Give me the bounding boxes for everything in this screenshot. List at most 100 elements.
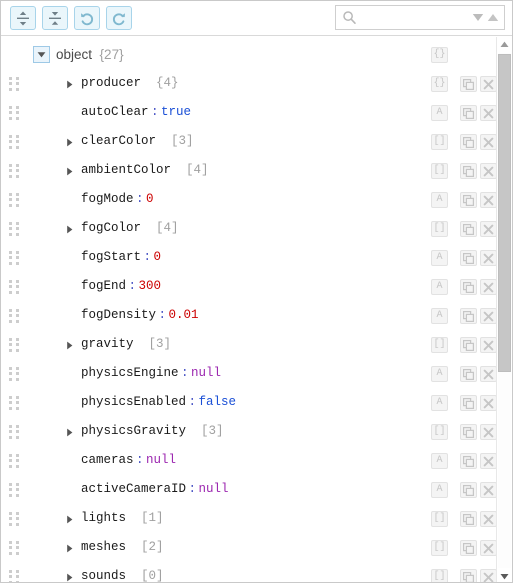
expand-triangle-icon[interactable] <box>62 338 76 352</box>
row-delete-button[interactable] <box>480 192 497 208</box>
row-delete-button[interactable] <box>480 250 497 266</box>
drag-handle[interactable] <box>9 193 20 207</box>
row-type-button[interactable]: A <box>431 366 448 382</box>
row-type-button[interactable]: A <box>431 482 448 498</box>
property-value[interactable]: true <box>161 105 191 119</box>
row-type-button[interactable]: [] <box>431 221 448 237</box>
expand-triangle-icon[interactable] <box>62 541 76 555</box>
drag-handle[interactable] <box>9 570 20 582</box>
drag-handle[interactable] <box>9 425 20 439</box>
row-duplicate-button[interactable] <box>460 308 477 324</box>
drag-handle[interactable] <box>9 106 20 120</box>
row-duplicate-button[interactable] <box>460 134 477 150</box>
scrollbar-thumb[interactable] <box>498 54 511 372</box>
drag-handle[interactable] <box>9 251 20 265</box>
drag-handle[interactable] <box>9 280 20 294</box>
search-next-button[interactable] <box>471 10 485 26</box>
redo-button[interactable] <box>106 6 132 30</box>
drag-handle[interactable] <box>9 512 20 526</box>
row-delete-button[interactable] <box>480 308 497 324</box>
row-delete-button[interactable] <box>480 482 497 498</box>
row-duplicate-button[interactable] <box>460 366 477 382</box>
row-type-button[interactable]: {} <box>431 47 448 63</box>
row-type-button[interactable]: A <box>431 279 448 295</box>
row-delete-button[interactable] <box>480 453 497 469</box>
row-duplicate-button[interactable] <box>460 569 477 582</box>
property-value[interactable]: null <box>146 453 176 467</box>
property-value[interactable]: 0.01 <box>169 308 199 322</box>
drag-handle[interactable] <box>9 338 20 352</box>
vertical-scrollbar[interactable] <box>496 37 512 582</box>
row-delete-button[interactable] <box>480 511 497 527</box>
row-duplicate-button[interactable] <box>460 424 477 440</box>
drag-handle[interactable] <box>9 541 20 555</box>
row-delete-button[interactable] <box>480 569 497 582</box>
row-duplicate-button[interactable] <box>460 192 477 208</box>
row-delete-button[interactable] <box>480 163 497 179</box>
expand-triangle-icon[interactable] <box>62 77 76 91</box>
property-value[interactable]: null <box>199 482 229 496</box>
row-duplicate-button[interactable] <box>460 540 477 556</box>
row-duplicate-button[interactable] <box>460 395 477 411</box>
row-duplicate-button[interactable] <box>460 250 477 266</box>
drag-handle[interactable] <box>9 135 20 149</box>
collapse-all-button[interactable] <box>42 6 68 30</box>
row-duplicate-button[interactable] <box>460 221 477 237</box>
row-type-button[interactable]: [] <box>431 424 448 440</box>
drag-handle[interactable] <box>9 164 20 178</box>
scroll-up-button[interactable] <box>497 37 512 52</box>
row-type-button[interactable]: A <box>431 105 448 121</box>
row-delete-button[interactable] <box>480 540 497 556</box>
expand-all-button[interactable] <box>10 6 36 30</box>
row-type-button[interactable]: A <box>431 250 448 266</box>
drag-handle[interactable] <box>9 483 20 497</box>
expand-triangle-icon[interactable] <box>62 512 76 526</box>
property-value[interactable]: 0 <box>154 250 162 264</box>
property-value[interactable]: 0 <box>146 192 154 206</box>
row-delete-button[interactable] <box>480 134 497 150</box>
row-delete-button[interactable] <box>480 395 497 411</box>
search-box[interactable] <box>335 5 505 30</box>
row-type-button[interactable]: [] <box>431 134 448 150</box>
row-type-button[interactable]: A <box>431 453 448 469</box>
row-type-button[interactable]: A <box>431 192 448 208</box>
drag-handle[interactable] <box>9 367 20 381</box>
property-value[interactable]: null <box>191 366 221 380</box>
row-duplicate-button[interactable] <box>460 76 477 92</box>
row-type-button[interactable]: {} <box>431 76 448 92</box>
undo-button[interactable] <box>74 6 100 30</box>
drag-handle[interactable] <box>9 222 20 236</box>
row-type-button[interactable]: A <box>431 395 448 411</box>
search-prev-button[interactable] <box>486 10 500 26</box>
property-value[interactable]: false <box>199 395 237 409</box>
row-delete-button[interactable] <box>480 105 497 121</box>
expand-triangle-icon[interactable] <box>62 164 76 178</box>
collapse-triangle-icon[interactable] <box>33 46 50 63</box>
row-type-button[interactable]: [] <box>431 569 448 582</box>
row-delete-button[interactable] <box>480 221 497 237</box>
row-duplicate-button[interactable] <box>460 511 477 527</box>
row-delete-button[interactable] <box>480 337 497 353</box>
row-duplicate-button[interactable] <box>460 337 477 353</box>
row-type-button[interactable]: A <box>431 308 448 324</box>
expand-triangle-icon[interactable] <box>62 570 76 582</box>
drag-handle[interactable] <box>9 454 20 468</box>
scroll-down-button[interactable] <box>497 569 512 582</box>
row-duplicate-button[interactable] <box>460 279 477 295</box>
row-delete-button[interactable] <box>480 76 497 92</box>
drag-handle[interactable] <box>9 396 20 410</box>
expand-triangle-icon[interactable] <box>62 135 76 149</box>
row-duplicate-button[interactable] <box>460 482 477 498</box>
drag-handle[interactable] <box>9 77 20 91</box>
row-type-button[interactable]: [] <box>431 511 448 527</box>
row-type-button[interactable]: [] <box>431 337 448 353</box>
row-type-button[interactable]: [] <box>431 163 448 179</box>
expand-triangle-icon[interactable] <box>62 425 76 439</box>
row-type-button[interactable]: [] <box>431 540 448 556</box>
row-delete-button[interactable] <box>480 424 497 440</box>
expand-triangle-icon[interactable] <box>62 222 76 236</box>
row-duplicate-button[interactable] <box>460 105 477 121</box>
property-value[interactable]: 300 <box>139 279 162 293</box>
row-duplicate-button[interactable] <box>460 163 477 179</box>
row-delete-button[interactable] <box>480 366 497 382</box>
